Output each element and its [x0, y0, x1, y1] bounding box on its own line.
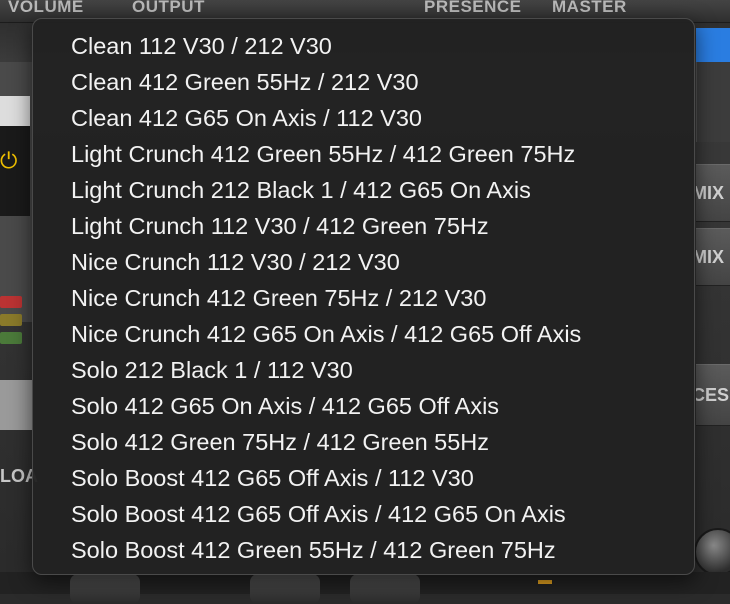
bottom-knob-3[interactable]	[350, 574, 420, 604]
menu-item[interactable]: Solo 212 Black 1 / 112 V30	[33, 352, 694, 388]
menu-item[interactable]: Solo Boost 412 G65 Off Axis / 112 V30	[33, 460, 694, 496]
menu-item[interactable]: Clean 112 V30 / 212 V30	[33, 28, 694, 64]
red-led-indicator	[0, 296, 22, 308]
bottom-indicator	[538, 580, 552, 584]
output-label: OUTPUT	[132, 0, 205, 16]
mix-tab-2[interactable]: MIX	[696, 228, 730, 286]
menu-item[interactable]: Solo 412 Green 75Hz / 412 Green 55Hz	[33, 424, 694, 460]
menu-item[interactable]: Light Crunch 412 Green 55Hz / 412 Green …	[33, 136, 694, 172]
yellow-led-indicator	[0, 314, 22, 326]
menu-item[interactable]: Nice Crunch 412 Green 75Hz / 212 V30	[33, 280, 694, 316]
menu-item[interactable]: Solo Boost 412 G65 Off Axis / 412 G65 On…	[33, 496, 694, 532]
selected-preset-button[interactable]	[696, 28, 730, 62]
menu-item[interactable]: Clean 412 Green 55Hz / 212 V30	[33, 64, 694, 100]
menu-item[interactable]: Light Crunch 112 V30 / 412 Green 75Hz	[33, 208, 694, 244]
power-icon[interactable]: ⏻	[0, 150, 17, 172]
right-side-panel	[696, 62, 730, 142]
volume-label: VOLUME	[8, 0, 84, 16]
preset-dropdown-menu: Clean 112 V30 / 212 V30 Clean 412 Green …	[32, 18, 695, 575]
menu-item[interactable]: Light Crunch 212 Black 1 / 412 G65 On Ax…	[33, 172, 694, 208]
green-led-indicator	[0, 332, 22, 344]
master-label: MASTER	[552, 0, 627, 16]
presence-label: PRESENCE	[424, 0, 522, 16]
menu-item[interactable]: Nice Crunch 112 V30 / 212 V30	[33, 244, 694, 280]
menu-item[interactable]: Clean 412 G65 On Axis / 112 V30	[33, 100, 694, 136]
right-knob[interactable]	[694, 528, 730, 576]
menu-item[interactable]: Solo Boost 412 Green 55Hz / 412 Green 75…	[33, 532, 694, 568]
bottom-knob-2[interactable]	[250, 574, 320, 604]
menu-item[interactable]: Solo 412 G65 On Axis / 412 G65 Off Axis	[33, 388, 694, 424]
mix-tab-1[interactable]: MIX	[696, 164, 730, 222]
menu-item[interactable]: Nice Crunch 412 G65 On Axis / 412 G65 Of…	[33, 316, 694, 352]
left-strip	[0, 380, 32, 430]
bottom-knob-1[interactable]	[70, 574, 140, 604]
devices-tab[interactable]: CES	[696, 364, 730, 426]
left-light-block	[0, 96, 30, 126]
